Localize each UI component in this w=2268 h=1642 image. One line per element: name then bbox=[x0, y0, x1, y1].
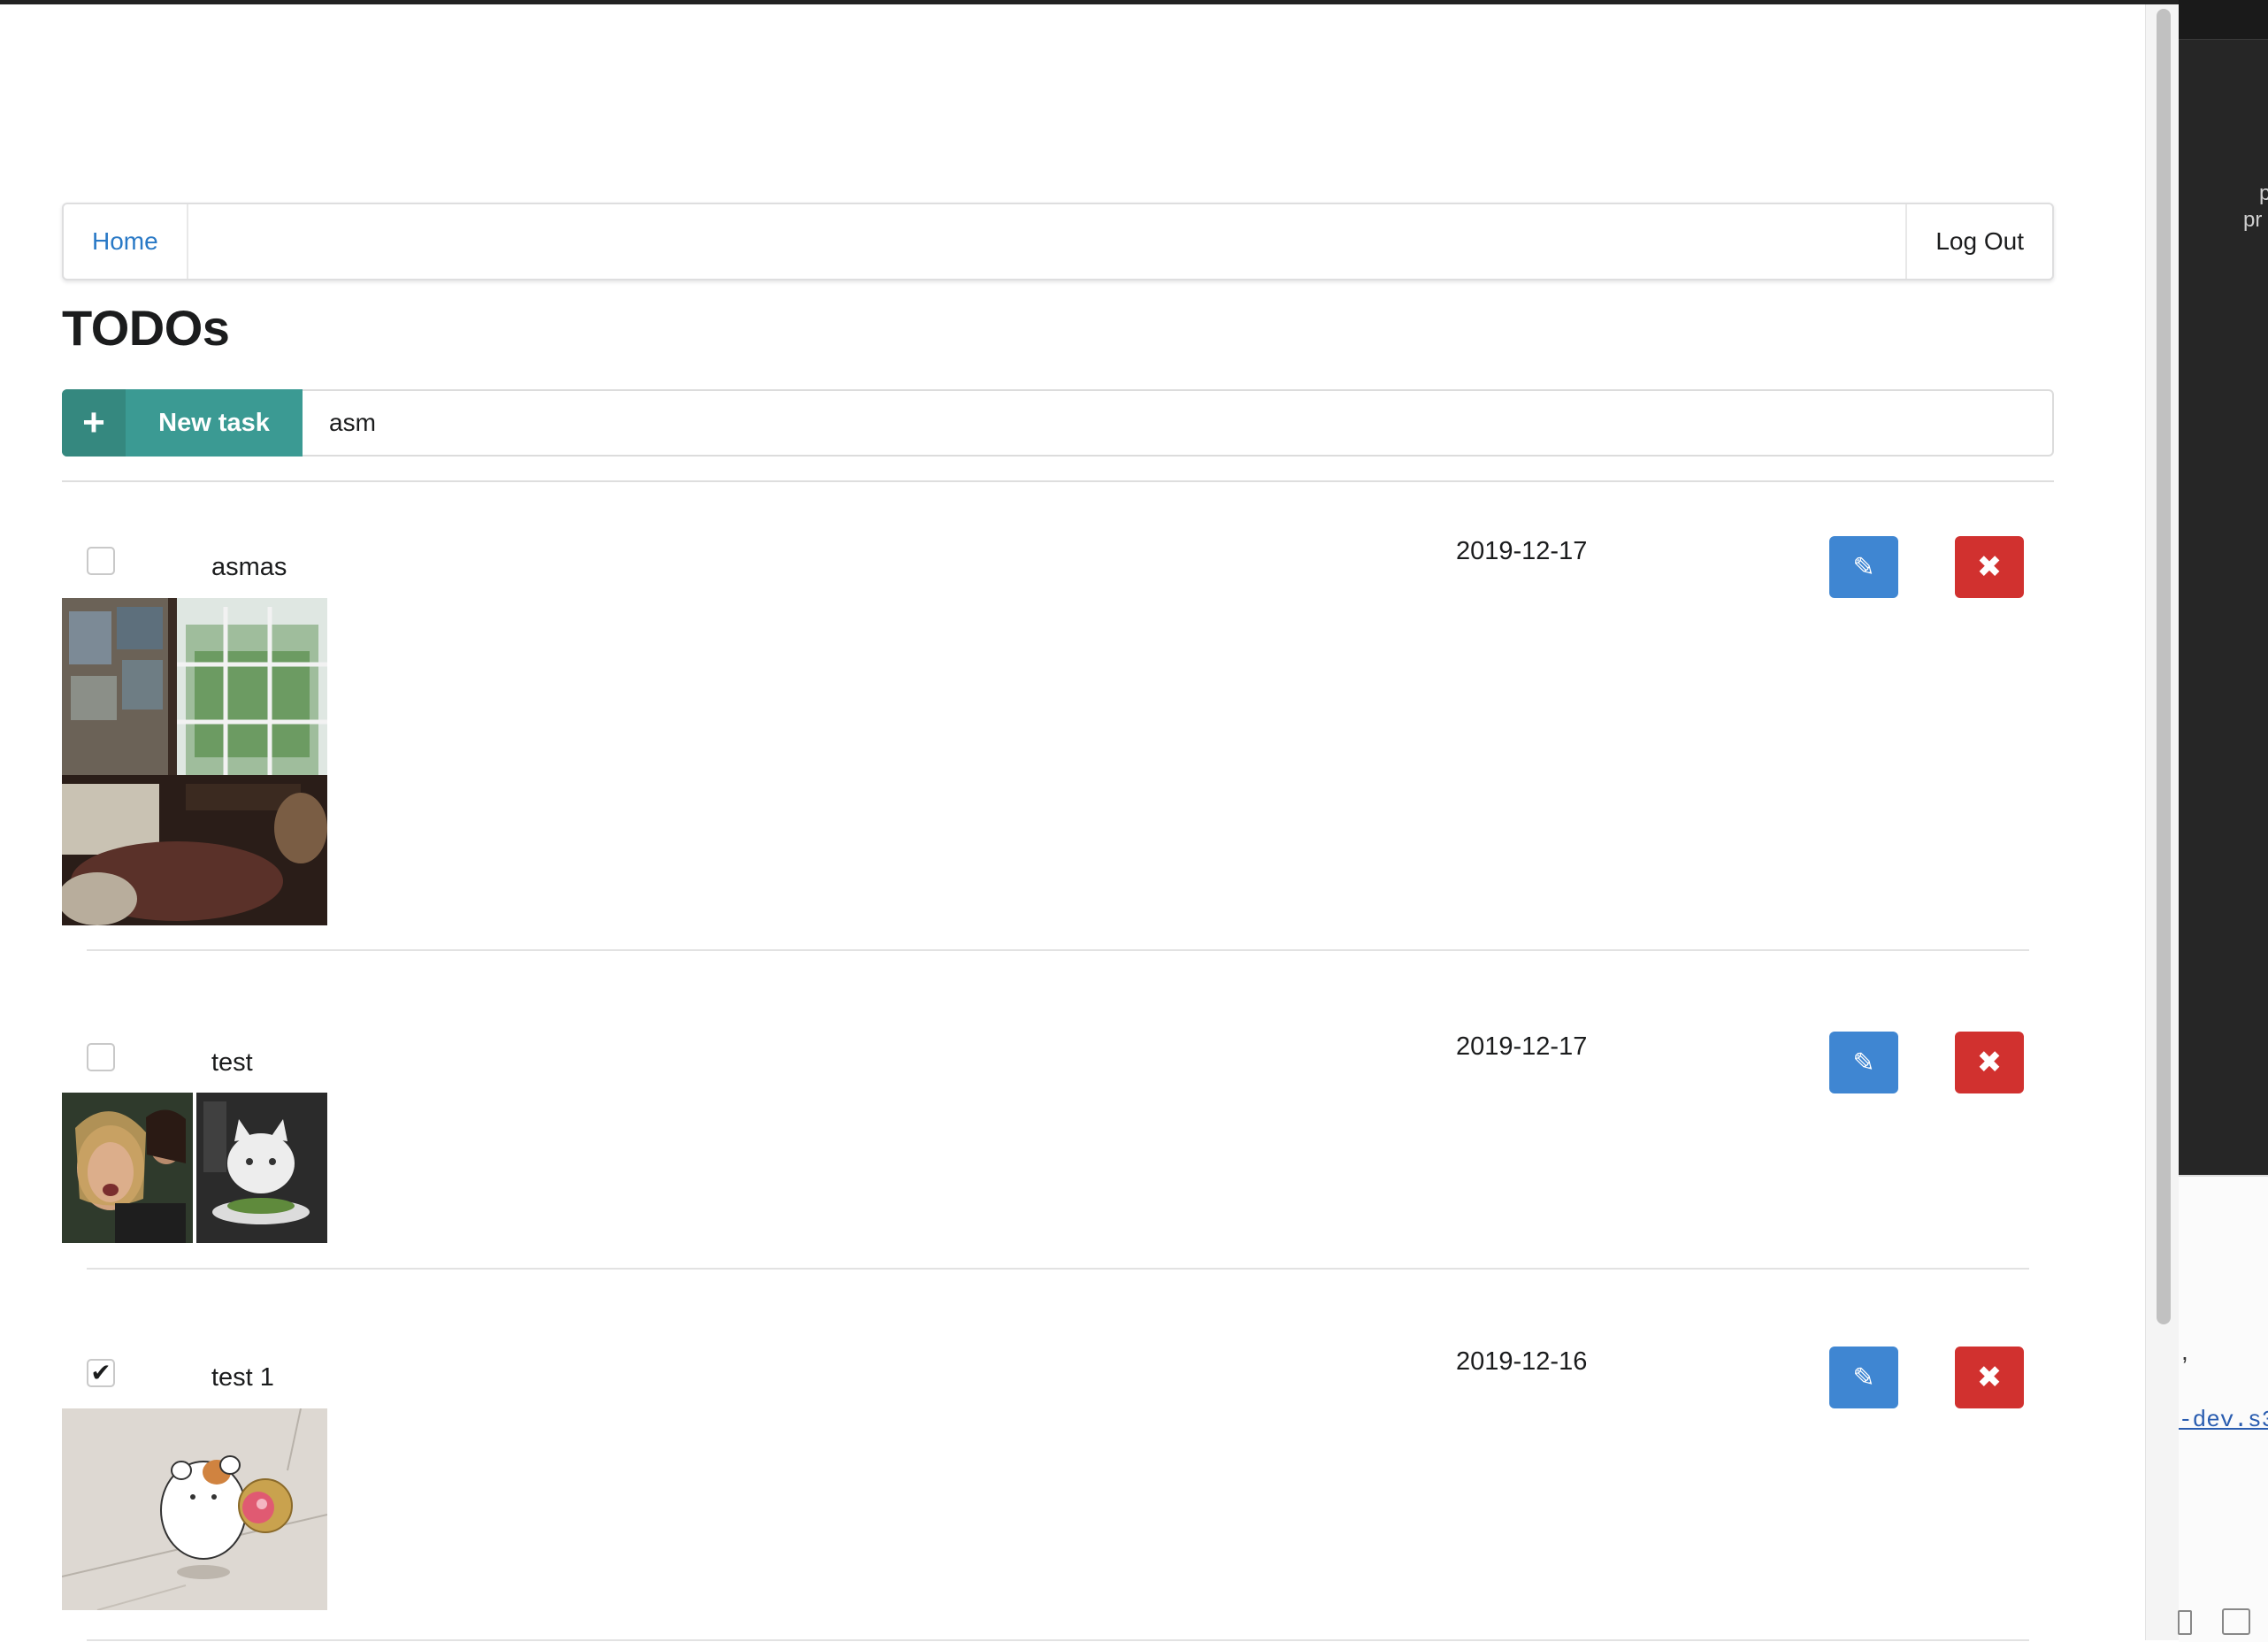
todo-name: test bbox=[211, 1048, 253, 1077]
new-task-input[interactable] bbox=[303, 389, 2054, 457]
todo-checkbox[interactable] bbox=[87, 547, 115, 575]
delete-button[interactable]: ✖ bbox=[1955, 1347, 2024, 1408]
background-text-line: p bbox=[2259, 181, 2268, 205]
background-terminal-text: , bbox=[2181, 1338, 2188, 1365]
edit-button[interactable]: ✎ bbox=[1829, 1032, 1898, 1093]
background-terminal-link[interactable]: -dev.s3 bbox=[2179, 1407, 2268, 1433]
todo-checkbox[interactable] bbox=[87, 1043, 115, 1071]
todo-item: test 2019-12-17 ✎ ✖ bbox=[62, 951, 2054, 1270]
background-editor-window bbox=[2179, 0, 2268, 1175]
menu-spacer bbox=[188, 204, 1906, 279]
todo-date: 2019-12-17 bbox=[1456, 1032, 1588, 1061]
plus-icon: + bbox=[62, 389, 126, 457]
todo-date: 2019-12-16 bbox=[1456, 1347, 1588, 1376]
delete-button[interactable]: ✖ bbox=[1955, 536, 2024, 598]
logout-link[interactable]: Log Out bbox=[1905, 204, 2052, 279]
row-divider bbox=[87, 1639, 2029, 1641]
meme-photo bbox=[62, 1093, 327, 1243]
todo-name: asmas bbox=[211, 553, 287, 581]
todo-attachment-image bbox=[62, 1093, 327, 1243]
pencil-icon: ✎ bbox=[1852, 552, 1875, 582]
new-task-button[interactable]: + New task bbox=[62, 389, 303, 457]
pencil-icon: ✎ bbox=[1852, 1047, 1875, 1078]
window-top-edge bbox=[0, 0, 2268, 4]
edit-button[interactable]: ✎ bbox=[1829, 536, 1898, 598]
delete-button[interactable]: ✖ bbox=[1955, 1032, 2024, 1093]
todo-item: asmas 2019-12-17 ✎ ✖ bbox=[62, 482, 2054, 951]
cartoon-hamster-image bbox=[62, 1408, 327, 1610]
todo-checkbox-checked[interactable]: ✔ bbox=[87, 1359, 115, 1387]
todo-item: ✔ test 1 2019-12-16 ✎ ✖ bbox=[62, 1270, 2054, 1641]
edit-button[interactable]: ✎ bbox=[1829, 1347, 1898, 1408]
page-scrollbar-thumb[interactable] bbox=[2157, 9, 2171, 1324]
close-icon: ✖ bbox=[1976, 550, 2003, 584]
close-icon: ✖ bbox=[1976, 1361, 2003, 1394]
new-task-button-label: New task bbox=[158, 408, 270, 437]
background-text-line: pr bbox=[2243, 208, 2263, 232]
todo-date: 2019-12-17 bbox=[1456, 537, 1588, 565]
new-task-bar: + New task bbox=[62, 389, 2054, 457]
keyboard-icon[interactable] bbox=[2222, 1608, 2250, 1635]
page-title: TODOs bbox=[62, 300, 230, 356]
panel-icon[interactable] bbox=[2178, 1610, 2192, 1635]
pencil-icon: ✎ bbox=[1852, 1362, 1875, 1393]
todo-attachment-image bbox=[62, 1408, 327, 1610]
nav-home-link[interactable]: Home bbox=[64, 204, 188, 279]
todo-name: test 1 bbox=[211, 1363, 274, 1392]
background-editor-text: p pr bbox=[2243, 180, 2268, 234]
room-photo bbox=[62, 598, 327, 925]
background-editor-tabbar bbox=[2179, 0, 2268, 40]
checkmark-icon: ✔ bbox=[90, 1359, 111, 1386]
todo-attachment-image bbox=[62, 598, 327, 925]
close-icon: ✖ bbox=[1976, 1046, 2003, 1079]
top-menu: Home Log Out bbox=[62, 203, 2054, 280]
